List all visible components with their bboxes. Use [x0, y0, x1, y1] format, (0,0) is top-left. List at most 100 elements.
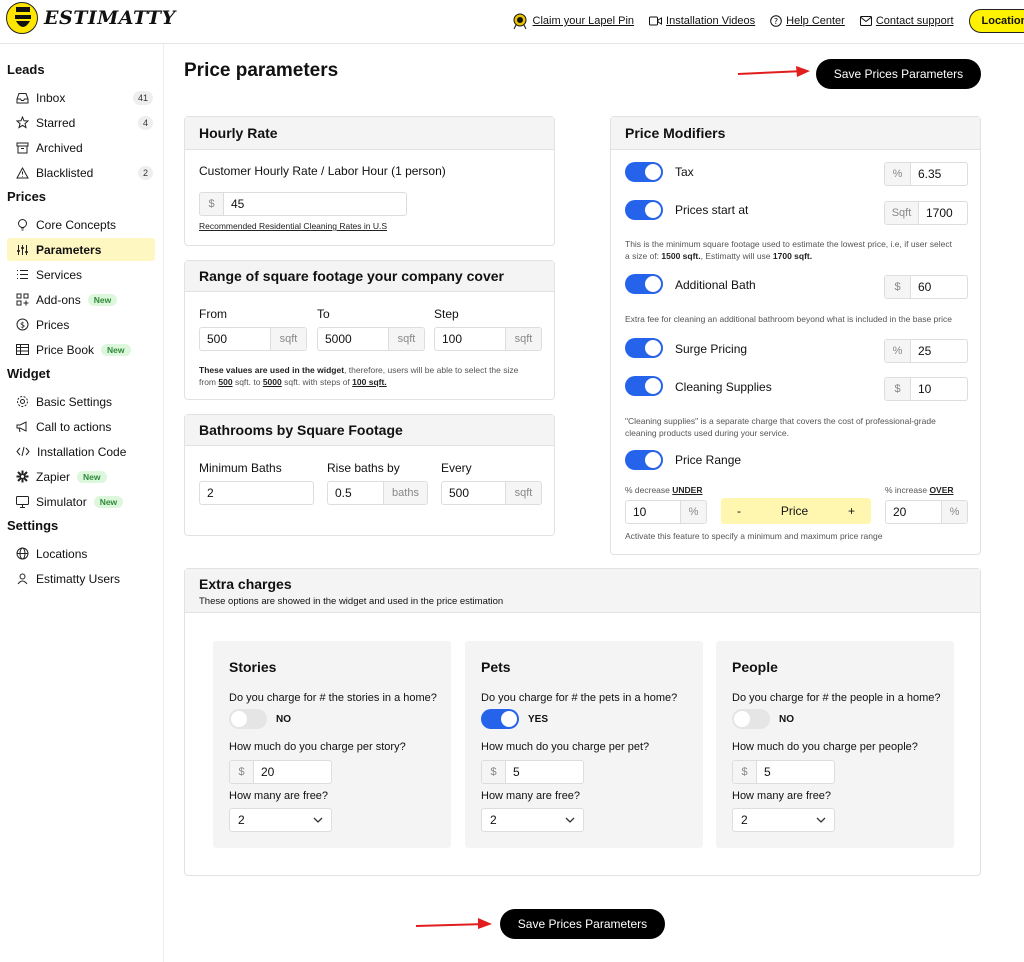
decrease-value: 10	[633, 505, 647, 519]
contact-support-link[interactable]: Contact support	[859, 15, 954, 27]
percent-suffix: %	[680, 501, 706, 523]
stories-toggle[interactable]	[229, 709, 267, 729]
from-input[interactable]: 500 sqft	[199, 327, 307, 351]
hourly-rate-card: Hourly Rate Customer Hourly Rate / Labor…	[184, 116, 555, 246]
sidebar-item-zapier[interactable]: Zapier New	[7, 465, 155, 488]
note-text: This is the minimum square footage used …	[625, 239, 952, 249]
to-input[interactable]: 5000 sqft	[317, 327, 425, 351]
red-arrow-annotation	[737, 66, 810, 77]
tax-toggle[interactable]	[625, 162, 663, 182]
surge-pricing-input[interactable]: % 25	[884, 339, 968, 363]
prices-start-toggle[interactable]	[625, 200, 663, 220]
sidebar-label: Add-ons	[36, 292, 81, 307]
stories-charge-value: 20	[261, 765, 275, 779]
monitor-icon	[16, 495, 29, 508]
lapel-link-label: Claim your Lapel Pin	[532, 15, 635, 27]
decrease-input[interactable]: 10 %	[625, 500, 707, 524]
sidebar-label: Archived	[36, 140, 83, 155]
price-range-toggle[interactable]	[625, 450, 663, 470]
sidebar-item-parameters[interactable]: Parameters	[7, 238, 155, 261]
sidebar-label: Call to actions	[36, 419, 112, 434]
tax-input[interactable]: % 6.35	[884, 162, 968, 186]
installation-videos-link[interactable]: Installation Videos	[649, 15, 755, 27]
save-parameters-button-top[interactable]: Save Prices Parameters	[816, 59, 981, 89]
people-charge-input[interactable]: $ 5	[732, 760, 835, 784]
people-charge-value: 5	[764, 765, 771, 779]
rise-baths-input[interactable]: 0.5 baths	[327, 481, 428, 505]
sidebar-item-simulator[interactable]: Simulator New	[7, 490, 155, 513]
sidebar-item-basic-settings[interactable]: Basic Settings	[7, 390, 155, 413]
pets-title: Pets	[481, 659, 511, 675]
pets-card: Pets Do you charge for # the pets in a h…	[465, 641, 703, 848]
sidebar-item-prices[interactable]: $ Prices	[7, 313, 155, 336]
cleaning-supplies-input[interactable]: $ 10	[884, 377, 968, 401]
price-label: Price	[780, 504, 809, 518]
step-input[interactable]: 100 sqft	[434, 327, 542, 351]
sidebar-item-starred[interactable]: Starred 4	[7, 111, 155, 134]
prices-start-input[interactable]: Sqft 1700	[884, 201, 968, 225]
dollar-circle-icon: $	[16, 318, 29, 331]
people-toggle[interactable]	[732, 709, 770, 729]
sidebar-item-addons[interactable]: Add-ons New	[7, 288, 155, 311]
unit-suffix: sqft	[505, 482, 541, 504]
sidebar-item-installation-code[interactable]: Installation Code	[7, 440, 155, 463]
sidebar-item-core-concepts[interactable]: Core Concepts	[7, 213, 155, 236]
pets-charge-input[interactable]: $ 5	[481, 760, 584, 784]
hourly-rate-title: Hourly Rate	[185, 117, 554, 150]
pets-toggle[interactable]	[481, 709, 519, 729]
location-button[interactable]: Location:	[968, 9, 1024, 33]
every-input[interactable]: 500 sqft	[441, 481, 542, 505]
claim-lapel-pin-link[interactable]: Claim your Lapel Pin	[511, 12, 635, 30]
additional-bath-toggle[interactable]	[625, 274, 663, 294]
sidebar-item-locations[interactable]: Locations	[7, 542, 155, 565]
to-label: To	[317, 307, 330, 321]
sidebar-item-blacklisted[interactable]: Blacklisted 2	[7, 161, 155, 184]
every-label: Every	[441, 461, 472, 475]
sidebar-item-call-to-actions[interactable]: Call to actions	[7, 415, 155, 438]
medal-icon	[513, 13, 527, 30]
dollar-prefix: $	[200, 193, 224, 215]
sliders-icon	[17, 244, 28, 255]
price-decrease-button[interactable]: -	[737, 504, 741, 518]
stories-free-select[interactable]: 2	[229, 808, 332, 832]
video-icon	[649, 16, 663, 26]
stories-charge-input[interactable]: $ 20	[229, 760, 332, 784]
additional-bath-input[interactable]: $ 60	[884, 275, 968, 299]
help-center-link[interactable]: ? Help Center	[770, 15, 845, 27]
note-text: % decrease	[625, 485, 670, 495]
sidebar-item-price-book[interactable]: Price Book New	[7, 338, 155, 361]
price-range-box: - Price +	[721, 498, 871, 524]
increase-input[interactable]: 20 %	[885, 500, 968, 524]
pets-free-select[interactable]: 2	[481, 808, 584, 832]
price-modifiers-card: Price Modifiers Tax % 6.35 Prices start …	[610, 116, 981, 555]
sidebar-heading-leads: Leads	[7, 62, 45, 77]
save-parameters-button-bottom[interactable]: Save Prices Parameters	[500, 909, 665, 939]
people-free-select[interactable]: 2	[732, 808, 835, 832]
percent-prefix: %	[885, 340, 911, 362]
surge-pricing-toggle[interactable]	[625, 338, 663, 358]
range-note-text: , therefore, users will be able to selec…	[344, 365, 519, 375]
rise-baths-value: 0.5	[335, 486, 352, 500]
sidebar-item-estimatty-users[interactable]: Estimatty Users	[7, 567, 155, 590]
extra-charges-header: Extra charges These options are showed i…	[185, 569, 980, 613]
logo[interactable]: ESTIMATTY	[6, 2, 176, 34]
chevron-down-icon	[565, 817, 575, 823]
min-baths-input[interactable]: 2	[199, 481, 314, 505]
sidebar-item-inbox[interactable]: Inbox 41	[7, 86, 155, 109]
help-link-label: Help Center	[786, 15, 845, 27]
sidebar-label: Basic Settings	[36, 394, 113, 409]
note-text: "Cleaning supplies" is a separate charge…	[625, 416, 936, 426]
sidebar-item-services[interactable]: Services	[7, 263, 155, 286]
cleaning-supplies-note: "Cleaning supplies" is a separate charge…	[625, 415, 975, 439]
price-increase-button[interactable]: +	[848, 504, 855, 518]
videos-link-label: Installation Videos	[666, 15, 756, 27]
tax-value: 6.35	[918, 167, 942, 181]
cleaning-supplies-toggle[interactable]	[625, 376, 663, 396]
hourly-rate-input[interactable]: $ 45	[199, 192, 407, 216]
sidebar-item-archived[interactable]: Archived	[7, 136, 155, 159]
warning-icon	[16, 166, 29, 178]
percent-suffix: %	[941, 501, 967, 523]
logo-mascot-icon	[6, 2, 38, 34]
recommended-rates-link[interactable]: Recommended Residential Cleaning Rates i…	[199, 220, 387, 232]
from-label: From	[199, 307, 227, 321]
